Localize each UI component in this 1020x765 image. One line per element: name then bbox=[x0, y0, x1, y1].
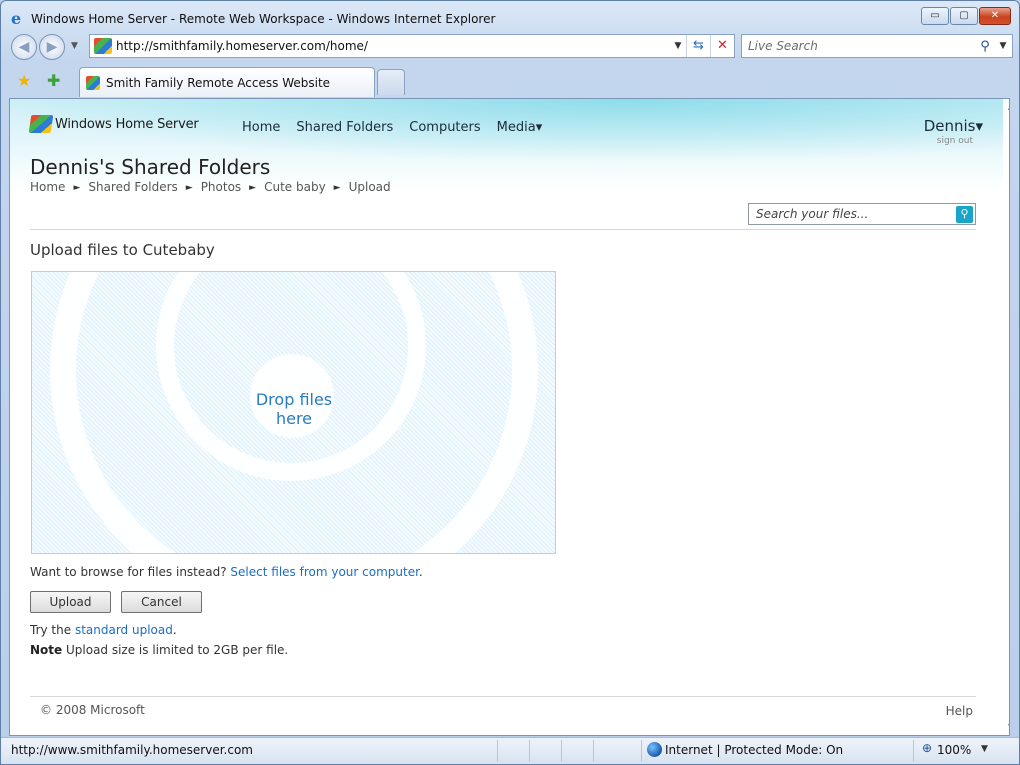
new-tab-button[interactable] bbox=[377, 69, 405, 95]
whs-logo[interactable]: Windows Home Server bbox=[28, 115, 199, 133]
back-button[interactable]: ◀ bbox=[11, 34, 37, 60]
address-dropdown-icon[interactable]: ▼ bbox=[670, 41, 686, 51]
breadcrumb-shared-folders[interactable]: Shared Folders bbox=[88, 180, 177, 196]
site-icon bbox=[94, 38, 112, 54]
nav-home[interactable]: Home bbox=[242, 120, 280, 135]
breadcrumb-separator-icon: ► bbox=[185, 183, 193, 193]
top-nav: Home Shared Folders Computers Media▾ bbox=[242, 120, 542, 135]
breadcrumb-photos[interactable]: Photos bbox=[201, 180, 241, 196]
breadcrumb-separator-icon: ► bbox=[73, 183, 81, 193]
status-divider bbox=[593, 740, 594, 762]
history-dropdown-icon[interactable]: ▼ bbox=[71, 41, 78, 51]
status-divider bbox=[641, 740, 642, 762]
ie-logo-icon: e bbox=[11, 9, 22, 28]
status-bar: http://www.smithfamily.homeserver.com In… bbox=[1, 737, 1019, 764]
window-controls: ▭ ▢ ✕ bbox=[921, 7, 1011, 25]
drop-hint-line-2: here bbox=[275, 409, 313, 428]
page-title: Dennis's Shared Folders bbox=[30, 155, 271, 179]
select-files-link[interactable]: Select files from your computer bbox=[230, 565, 418, 579]
vertical-scrollbar[interactable]: ▲ ▼ bbox=[1003, 99, 1009, 735]
windows-flag-icon bbox=[28, 115, 54, 133]
search-icon[interactable]: ⚲ bbox=[976, 39, 994, 54]
breadcrumb-separator-icon: ► bbox=[249, 183, 257, 193]
window-title: Windows Home Server - Remote Web Workspa… bbox=[31, 12, 496, 26]
user-menu[interactable]: Dennis▾ bbox=[924, 117, 983, 135]
drop-zone[interactable]: Drop files here bbox=[31, 271, 556, 554]
add-favorite-icon[interactable]: ✚ bbox=[47, 71, 60, 90]
zoom-dropdown-icon[interactable]: ▼ bbox=[981, 744, 988, 754]
tab-active[interactable]: Smith Family Remote Access Website bbox=[79, 67, 375, 97]
favorites-star-icon[interactable]: ★ bbox=[17, 71, 31, 90]
file-search-input[interactable]: Search your files... bbox=[749, 207, 956, 221]
search-dropdown-icon[interactable]: ▼ bbox=[994, 41, 1012, 51]
close-button[interactable]: ✕ bbox=[979, 7, 1011, 25]
browse-line: Want to browse for files instead? Select… bbox=[30, 565, 423, 579]
note-label: Note bbox=[30, 643, 63, 657]
status-divider bbox=[913, 740, 914, 762]
title-bar: e Windows Home Server - Remote Web Works… bbox=[1, 1, 1019, 33]
forward-icon: ▶ bbox=[46, 39, 58, 55]
file-search-box[interactable]: Search your files... ⚲ bbox=[748, 203, 976, 225]
search-icon[interactable]: ⚲ bbox=[956, 205, 973, 223]
standard-upload-link[interactable]: standard upload bbox=[75, 623, 173, 637]
live-search-input[interactable]: Live Search bbox=[742, 39, 976, 53]
status-url: http://www.smithfamily.homeserver.com bbox=[11, 743, 253, 757]
cancel-button[interactable]: Cancel bbox=[121, 591, 202, 613]
maximize-button[interactable]: ▢ bbox=[950, 7, 978, 25]
drop-hint-line-1: Drop files bbox=[255, 390, 333, 409]
refresh-icon[interactable]: ⇆ bbox=[686, 35, 710, 57]
status-divider bbox=[529, 740, 530, 762]
globe-icon bbox=[647, 742, 662, 757]
breadcrumb-separator-icon: ► bbox=[333, 183, 341, 193]
stop-icon[interactable]: ✕ bbox=[710, 35, 734, 57]
nav-shared-folders[interactable]: Shared Folders bbox=[296, 120, 393, 135]
logo-text: Windows Home Server bbox=[55, 116, 199, 132]
forward-button[interactable]: ▶ bbox=[39, 34, 65, 60]
browse-prefix: Want to browse for files instead? bbox=[30, 565, 231, 579]
site-icon bbox=[86, 75, 100, 90]
security-zone[interactable]: Internet | Protected Mode: On bbox=[665, 743, 843, 757]
drop-hint: Drop files here bbox=[232, 390, 356, 428]
note-text: Upload size is limited to 2GB per file. bbox=[62, 643, 289, 657]
scroll-down-icon[interactable]: ▼ bbox=[1003, 719, 1009, 735]
breadcrumb-cute-baby[interactable]: Cute baby bbox=[264, 180, 326, 196]
live-search-box[interactable]: Live Search ⚲ ▼ bbox=[741, 34, 1013, 58]
back-icon: ◀ bbox=[18, 39, 30, 55]
status-divider bbox=[497, 740, 498, 762]
tab-label: Smith Family Remote Access Website bbox=[106, 75, 331, 90]
zoom-icon[interactable]: ⊕ bbox=[922, 741, 932, 755]
sign-out-link[interactable]: sign out bbox=[937, 136, 973, 146]
address-bar[interactable]: http://smithfamily.homeserver.com/home/ … bbox=[89, 34, 735, 58]
copyright: © 2008 Microsoft bbox=[40, 703, 145, 717]
try-prefix: Try the bbox=[30, 623, 75, 637]
note-line: Note Upload size is limited to 2GB per f… bbox=[30, 643, 288, 657]
browser-window: e Windows Home Server - Remote Web Works… bbox=[0, 0, 1020, 765]
divider bbox=[30, 229, 976, 230]
standard-upload-line: Try the standard upload. bbox=[30, 623, 177, 637]
nav-computers[interactable]: Computers bbox=[409, 120, 480, 135]
zoom-level[interactable]: 100% bbox=[937, 743, 971, 757]
address-input[interactable]: http://smithfamily.homeserver.com/home/ bbox=[116, 39, 670, 53]
breadcrumb-upload: Upload bbox=[348, 180, 391, 194]
breadcrumb-home[interactable]: Home bbox=[30, 180, 65, 196]
page-viewport: Windows Home Server Home Shared Folders … bbox=[9, 98, 1010, 736]
status-divider bbox=[561, 740, 562, 762]
help-link[interactable]: Help bbox=[946, 704, 973, 718]
nav-media[interactable]: Media▾ bbox=[497, 120, 543, 135]
browse-suffix: . bbox=[418, 565, 423, 579]
try-suffix: . bbox=[172, 623, 177, 637]
scroll-up-icon[interactable]: ▲ bbox=[1003, 99, 1009, 115]
upload-button[interactable]: Upload bbox=[30, 591, 111, 613]
breadcrumb: Home ► Shared Folders ► Photos ► Cute ba… bbox=[30, 180, 391, 196]
footer-divider bbox=[30, 696, 976, 697]
minimize-button[interactable]: ▭ bbox=[921, 7, 949, 25]
upload-title: Upload files to Cutebaby bbox=[30, 241, 215, 259]
site-header: Windows Home Server Home Shared Folders … bbox=[10, 99, 1003, 195]
